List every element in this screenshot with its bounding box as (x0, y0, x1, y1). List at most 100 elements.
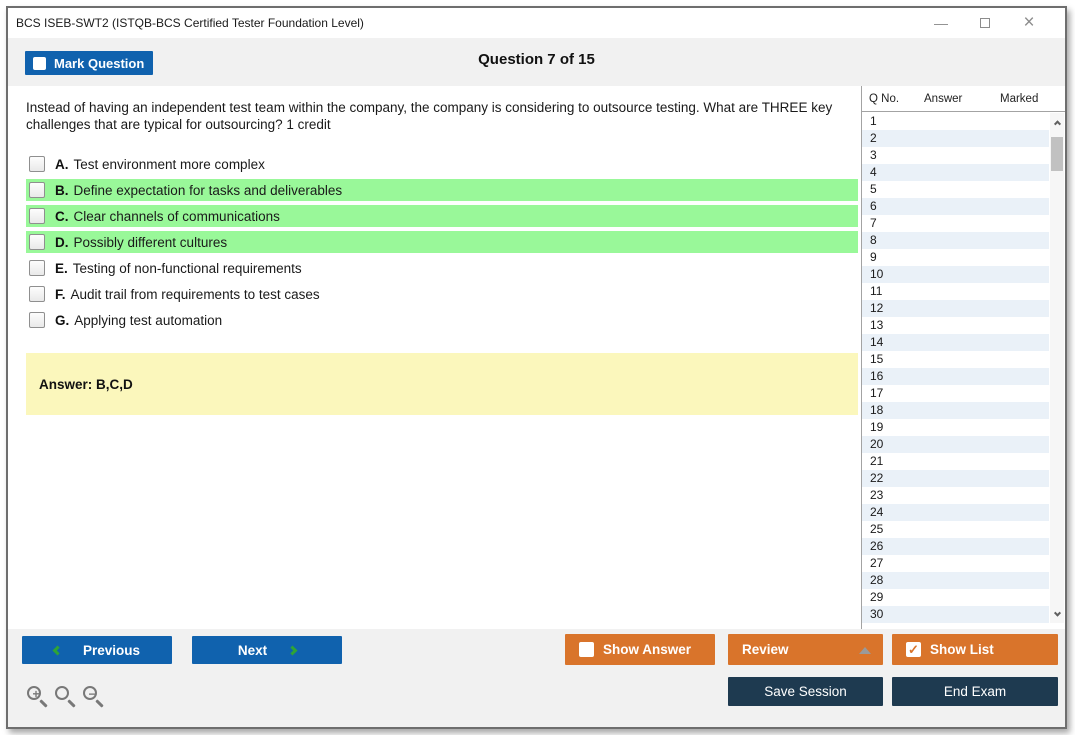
question-list-row[interactable]: 1 (862, 113, 1049, 130)
title-bar: BCS ISEB-SWT2 (ISTQB-BCS Certified Teste… (8, 8, 1065, 38)
content-area: Instead of having an independent test te… (8, 86, 1065, 629)
question-list-row[interactable]: 11 (862, 283, 1049, 300)
question-list-row[interactable]: 2 (862, 130, 1049, 147)
question-list-row[interactable]: 25 (862, 521, 1049, 538)
maximize-box (980, 18, 990, 28)
option-row[interactable]: D. Possibly different cultures (26, 231, 858, 253)
question-text: Instead of having an independent test te… (26, 100, 833, 132)
show-list-checkbox[interactable]: ✓ (906, 642, 921, 657)
question-number: 4 (870, 165, 877, 179)
scrollbar[interactable] (1050, 113, 1064, 623)
question-list-row[interactable]: 5 (862, 181, 1049, 198)
question-number: 7 (870, 216, 877, 230)
question-list-row[interactable]: 27 (862, 555, 1049, 572)
option-row[interactable]: G. Applying test automation (26, 309, 858, 331)
question-number: 28 (870, 573, 884, 587)
scroll-up-icon[interactable] (1050, 115, 1064, 129)
option-text: Define expectation for tasks and deliver… (73, 182, 343, 198)
question-list-row[interactable]: 16 (862, 368, 1049, 385)
question-list-row[interactable]: 18 (862, 402, 1049, 419)
options-list: A. Test environment more complex B. Defi… (26, 153, 858, 331)
question-list-row[interactable]: 30 (862, 606, 1049, 623)
question-number: 29 (870, 590, 884, 604)
question-list-row[interactable]: 12 (862, 300, 1049, 317)
option-checkbox[interactable] (29, 260, 45, 276)
show-answer-button[interactable]: Show Answer (565, 634, 715, 665)
question-list-row[interactable]: 26 (862, 538, 1049, 555)
option-row[interactable]: A. Test environment more complex (26, 153, 858, 175)
question-list-row[interactable]: 19 (862, 419, 1049, 436)
option-text: Audit trail from requirements to test ca… (70, 286, 320, 302)
question-list-row[interactable]: 15 (862, 351, 1049, 368)
option-row[interactable]: C. Clear channels of communications (26, 205, 858, 227)
option-checkbox[interactable] (29, 182, 45, 198)
question-list-row[interactable]: 28 (862, 572, 1049, 589)
toolbar: Mark Question Question 7 of 15 (8, 38, 1065, 86)
question-list-row[interactable]: 21 (862, 453, 1049, 470)
question-number: 27 (870, 556, 884, 570)
question-list-row[interactable]: 4 (862, 164, 1049, 181)
question-number: 18 (870, 403, 884, 417)
scrollbar-thumb[interactable] (1051, 137, 1063, 171)
question-list-row[interactable]: 7 (862, 215, 1049, 232)
close-icon[interactable]: × (1007, 9, 1051, 37)
question-number: 21 (870, 454, 884, 468)
lens-handle (67, 699, 76, 708)
question-list-row[interactable]: 10 (862, 266, 1049, 283)
question-list-row[interactable]: 8 (862, 232, 1049, 249)
question-list: 1 2 3 4 5 6 7 8 9 10 11 12 13 14 15 16 1… (862, 113, 1049, 623)
question-list-row[interactable]: 13 (862, 317, 1049, 334)
question-list-row[interactable]: 29 (862, 589, 1049, 606)
footer-bar: Previous Next + − Show Answer Review ✓ S… (8, 629, 1065, 727)
review-button[interactable]: Review (728, 634, 883, 665)
option-checkbox[interactable] (29, 156, 45, 172)
question-list-row[interactable]: 23 (862, 487, 1049, 504)
answer-box: Answer: B,C,D (26, 353, 858, 415)
question-number: 20 (870, 437, 884, 451)
option-checkbox[interactable] (29, 208, 45, 224)
question-number: 26 (870, 539, 884, 553)
option-row[interactable]: E. Testing of non-functional requirement… (26, 257, 858, 279)
question-list-row[interactable]: 14 (862, 334, 1049, 351)
question-list-row[interactable]: 24 (862, 504, 1049, 521)
end-exam-button[interactable]: End Exam (892, 677, 1058, 706)
option-text: Clear channels of communications (73, 208, 280, 224)
scroll-down-icon[interactable] (1050, 607, 1064, 621)
option-letter: A. (55, 156, 69, 172)
show-list-button[interactable]: ✓ Show List (892, 634, 1058, 665)
question-number: 12 (870, 301, 884, 315)
question-list-row[interactable]: 9 (862, 249, 1049, 266)
minimize-icon[interactable]: — (919, 9, 963, 37)
next-button[interactable]: Next (192, 636, 342, 664)
window-title: BCS ISEB-SWT2 (ISTQB-BCS Certified Teste… (16, 16, 364, 30)
option-row[interactable]: F. Audit trail from requirements to test… (26, 283, 858, 305)
save-session-button[interactable]: Save Session (728, 677, 883, 706)
question-number: 10 (870, 267, 884, 281)
question-number: 6 (870, 199, 877, 213)
question-number: 9 (870, 250, 877, 264)
chevron-left-icon (52, 645, 63, 655)
option-row[interactable]: B. Define expectation for tasks and deli… (26, 179, 858, 201)
option-letter: F. (55, 286, 66, 302)
option-checkbox[interactable] (29, 312, 45, 328)
option-checkbox[interactable] (29, 286, 45, 302)
question-list-row[interactable]: 20 (862, 436, 1049, 453)
zoom-in-icon[interactable]: + (26, 685, 50, 709)
zoom-out-icon[interactable]: − (82, 685, 106, 709)
question-list-row[interactable]: 6 (862, 198, 1049, 215)
question-list-row[interactable]: 17 (862, 385, 1049, 402)
question-list-row[interactable]: 3 (862, 147, 1049, 164)
plus-sign: + (32, 687, 40, 701)
question-counter: Question 7 of 15 (478, 51, 595, 68)
show-answer-checkbox[interactable] (579, 642, 594, 657)
maximize-icon[interactable] (963, 9, 1007, 37)
option-text: Possibly different cultures (73, 234, 228, 250)
zoom-icon[interactable] (54, 685, 78, 709)
option-checkbox[interactable] (29, 234, 45, 250)
column-answer: Answer (924, 92, 963, 105)
previous-button[interactable]: Previous (22, 636, 172, 664)
question-list-row[interactable]: 22 (862, 470, 1049, 487)
question-number: 13 (870, 318, 884, 332)
question-panel: Instead of having an independent test te… (8, 86, 861, 629)
option-letter: E. (55, 260, 68, 276)
